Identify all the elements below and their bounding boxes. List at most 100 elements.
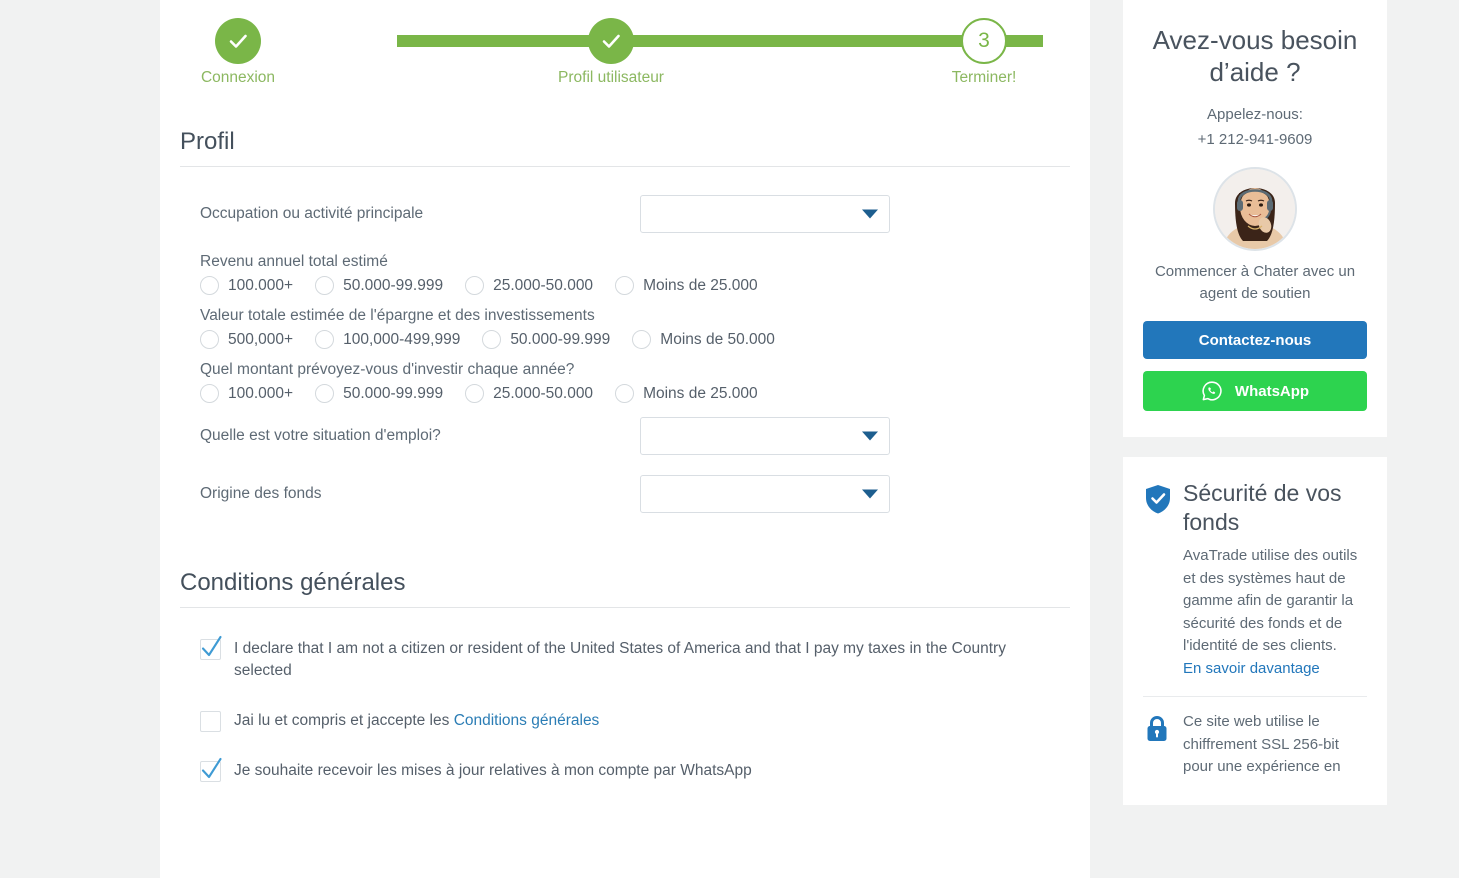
stepper-step-profil-utilisateur[interactable]: Profil utilisateur (551, 18, 671, 87)
radio-dot-icon (615, 384, 635, 403)
radio-option-label: Moins de 25.000 (643, 384, 758, 402)
radio-options: 500,000+ 100,000-499,999 50.000-99.999 M… (200, 330, 1070, 349)
checkbox-label: Je souhaite recevoir les mises à jour re… (234, 762, 752, 779)
radio-option-label: 50.000-99.999 (510, 330, 611, 348)
radio-option[interactable]: 100.000+ (200, 276, 293, 295)
radio-group-savings-value: Valeur totale estimée de l'épargne et de… (200, 307, 1070, 349)
radio-dot-icon (482, 330, 502, 349)
radio-option-label: 25.000-50.000 (493, 384, 594, 402)
radio-option-label: 50.000-99.999 (343, 276, 444, 294)
radio-dot-icon (200, 330, 219, 349)
radio-option[interactable]: 50.000-99.999 (315, 384, 443, 403)
whatsapp-icon (1201, 380, 1223, 402)
field-occupation: Occupation ou activité principale (200, 195, 1070, 233)
page-title: Profil (180, 128, 235, 155)
shield-glyph (1146, 485, 1170, 514)
chevron-down-icon (862, 209, 878, 219)
help-call-label: Appelez-nous: (1207, 106, 1303, 123)
check-icon (201, 757, 222, 779)
radio-options: 100.000+ 50.000-99.999 25.000-50.000 Moi… (200, 276, 1070, 295)
radio-option-label: 100.000+ (228, 276, 294, 294)
radio-option-label: 100.000+ (228, 384, 294, 402)
whatsapp-glyph (1202, 381, 1222, 401)
stepper-step-connexion[interactable]: Connexion (178, 18, 298, 87)
step-check-icon (215, 18, 261, 64)
radio-group-yearly-investment: Quel montant prévoyez-vous d'investir ch… (200, 361, 1070, 403)
checkbox-label-text: Jai lu et compris et jaccepte les (234, 712, 454, 729)
whatsapp-button[interactable]: WhatsApp (1143, 371, 1367, 411)
help-title: Avez-vous besoin d’aide ? (1152, 25, 1358, 87)
radio-options: 100.000+ 50.000-99.999 25.000-50.000 Moi… (200, 384, 1070, 403)
checkbox-us-declaration[interactable] (200, 635, 222, 660)
chevron-down-icon (862, 431, 878, 441)
step-number-badge: 3 (961, 18, 1007, 64)
profile-form: Occupation ou activité principale Revenu… (180, 167, 1070, 513)
progress-stepper: Connexion Profil utilisateur 3 Terminer! (160, 0, 1090, 96)
radio-option[interactable]: 50.000-99.999 (482, 330, 610, 349)
help-phone-number[interactable]: +1 212-941-9609 (1143, 127, 1367, 152)
occupation-select[interactable] (640, 195, 890, 233)
help-sidebar: Avez-vous besoin d’aide ? Appelez-nous: … (1123, 0, 1387, 805)
radio-dot-icon (200, 384, 219, 403)
checkbox-label: I declare that I am not a citizen or res… (234, 640, 1006, 679)
contact-us-label: Contactez-nous (1198, 331, 1312, 349)
checkbox-terms-accept[interactable] (200, 711, 221, 732)
radio-option-label: Moins de 25.000 (643, 276, 758, 294)
registration-main-card: Connexion Profil utilisateur 3 Terminer!… (160, 0, 1090, 878)
radio-dot-icon (465, 384, 485, 403)
radio-group-annual-income: Revenu annuel total estimé 100.000+ 50.0… (200, 253, 1070, 295)
chevron-down-icon (862, 489, 878, 499)
contact-us-button[interactable]: Contactez-nous (1143, 321, 1367, 359)
page-root: Connexion Profil utilisateur 3 Terminer!… (0, 0, 1459, 878)
security-card: Sécurité de vos fonds AvaTrade utilise d… (1123, 457, 1387, 805)
ssl-text: Ce site web utilise le chiffrement SSL 2… (1183, 713, 1341, 775)
learn-more-link[interactable]: En savoir davantage (1183, 658, 1320, 681)
radio-option-label: 100,000-499,999 (343, 330, 461, 348)
field-funds-origin: Origine des fonds (200, 475, 1070, 513)
radio-option[interactable]: Moins de 25.000 (615, 276, 758, 295)
shield-check-icon (1143, 483, 1173, 520)
checkbox-whatsapp-updates[interactable] (200, 757, 222, 782)
radio-option[interactable]: 25.000-50.000 (465, 276, 593, 295)
step-check-icon (588, 18, 634, 64)
employment-status-select[interactable] (640, 417, 890, 455)
radio-option[interactable]: Moins de 50.000 (632, 330, 775, 349)
checkbox-row-terms-accept[interactable]: Jai lu et compris et jaccepte les Condit… (200, 710, 1010, 732)
radio-dot-icon (465, 276, 485, 295)
support-agent-photo (1215, 169, 1295, 249)
field-label-occupation: Occupation ou activité principale (200, 205, 424, 222)
radio-option[interactable]: 50.000-99.999 (315, 276, 443, 295)
security-title: Sécurité de vos fonds (1183, 480, 1342, 535)
radio-option[interactable]: 25.000-50.000 (465, 384, 593, 403)
stepper-step-terminer[interactable]: 3 Terminer! (924, 18, 1044, 87)
whatsapp-label: WhatsApp (1234, 382, 1310, 400)
checkbox-row-us-declaration[interactable]: I declare that I am not a citizen or res… (200, 635, 1010, 682)
stepper-step-label: Profil utilisateur (558, 69, 664, 86)
avatar-wrap (1143, 167, 1367, 251)
check-icon (201, 635, 222, 657)
terms-checkbox-list: I declare that I am not a citizen or res… (180, 608, 1070, 782)
middle-gutter (1090, 0, 1123, 878)
terms-section: Conditions générales I declare that I am… (180, 533, 1070, 782)
radio-dot-icon (315, 384, 335, 403)
radio-option[interactable]: Moins de 25.000 (615, 384, 758, 403)
radio-group-question: Valeur totale estimée de l'épargne et de… (200, 307, 595, 324)
checkbox-row-whatsapp-updates[interactable]: Je souhaite recevoir les mises à jour re… (200, 757, 1010, 782)
funds-origin-select[interactable] (640, 475, 890, 513)
security-body-wrap: AvaTrade utilise des outils et des systè… (1143, 545, 1367, 680)
radio-option-label: 25.000-50.000 (493, 276, 594, 294)
radio-option[interactable]: 500,000+ (200, 330, 293, 349)
radio-dot-icon (615, 276, 635, 295)
terms-conditions-link[interactable]: Conditions générales (454, 712, 600, 729)
radio-group-question: Revenu annuel total estimé (200, 253, 388, 270)
lock-icon (1143, 714, 1173, 749)
terms-title: Conditions générales (180, 569, 406, 596)
radio-option[interactable]: 100.000+ (200, 384, 293, 403)
radio-option-label: 500,000+ (228, 330, 294, 348)
sidebar-card-gap (1123, 437, 1387, 457)
radio-option[interactable]: 100,000-499,999 (315, 330, 460, 349)
security-header: Sécurité de vos fonds (1143, 479, 1367, 537)
profile-section: Profil Occupation ou activité principale… (180, 96, 1070, 513)
checkbox-label: Jai lu et compris et jaccepte les Condit… (234, 710, 599, 732)
radio-dot-icon (632, 330, 652, 349)
